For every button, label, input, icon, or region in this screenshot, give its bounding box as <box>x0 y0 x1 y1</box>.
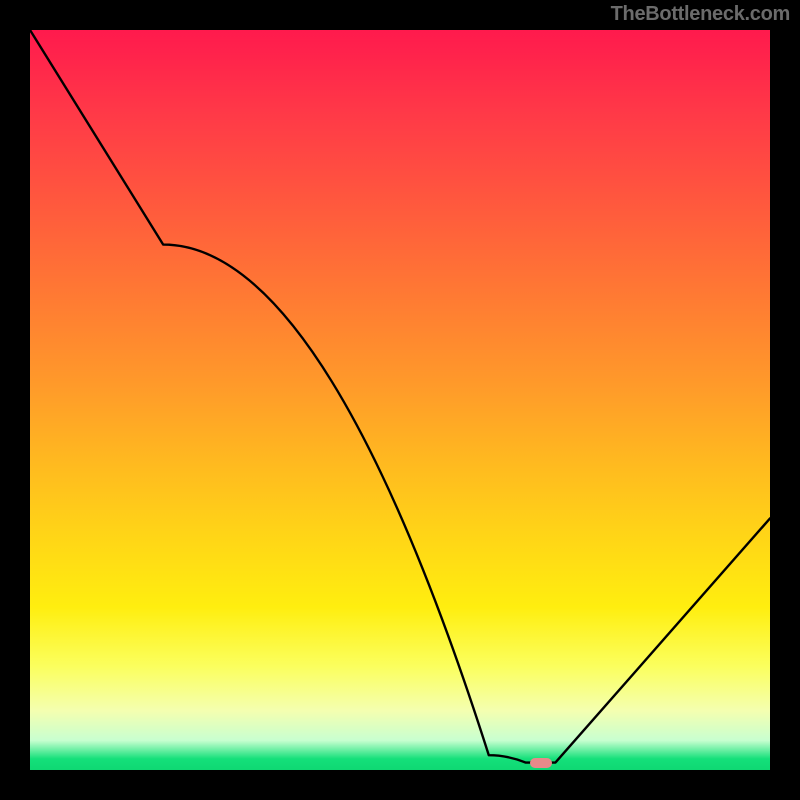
chart-frame: TheBottleneck.com <box>0 0 800 800</box>
plot-area <box>30 30 770 770</box>
curve-svg <box>30 30 770 770</box>
bottleneck-curve-path <box>30 30 770 763</box>
optimal-marker <box>530 758 552 768</box>
watermark-text: TheBottleneck.com <box>611 3 790 26</box>
